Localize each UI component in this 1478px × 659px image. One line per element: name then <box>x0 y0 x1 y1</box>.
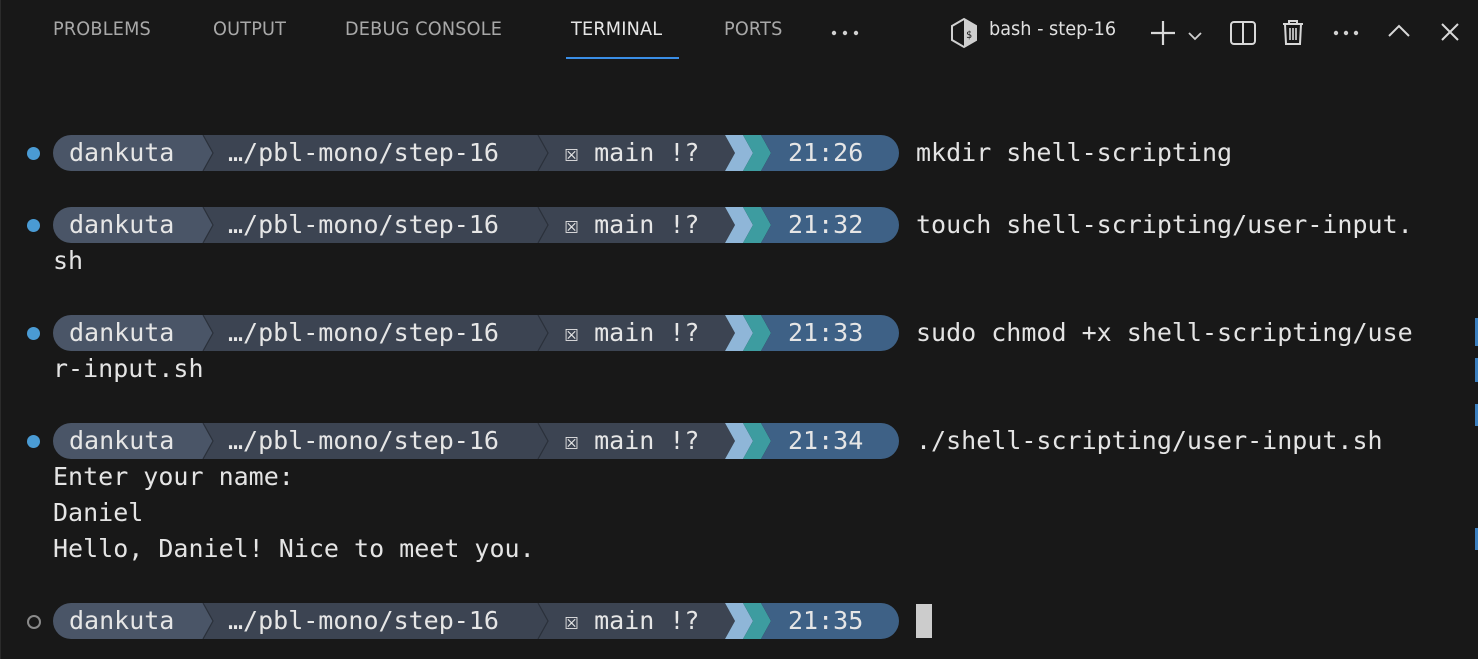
command-success-decoration[interactable] <box>27 435 40 448</box>
terminal-name[interactable]: bash - step-16 <box>989 18 1116 40</box>
command-success-decoration[interactable] <box>27 327 40 340</box>
output-line: Hello, Daniel! Nice to meet you. <box>53 534 535 563</box>
prompt-git-branch: ☒ main !? <box>564 606 700 635</box>
command-success-decoration[interactable] <box>27 147 40 160</box>
tab-ports[interactable]: PORTS <box>724 18 783 50</box>
prompt-bar: dankuta …/pbl-mono/step-16 ☒ main !? 21:32 <box>53 207 899 243</box>
terminal-shell-icon: $ <box>949 17 979 53</box>
panel-tabbar: PROBLEMS OUTPUT DEBUG CONSOLE TERMINAL P… <box>1 0 1478 66</box>
more-actions-icon[interactable] <box>1332 22 1360 48</box>
split-terminal-icon[interactable] <box>1229 20 1257 50</box>
prompt-user: dankuta <box>69 606 175 635</box>
maximize-panel-icon[interactable] <box>1387 22 1411 44</box>
prompt-git-branch: ☒ main !? <box>564 138 700 167</box>
chevron-down-icon[interactable] <box>1187 27 1203 46</box>
prompt-user: dankuta <box>69 318 175 347</box>
command-text: ./shell-scripting/user-input.sh <box>916 426 1383 455</box>
output-line: Daniel <box>53 498 144 527</box>
prompt-user: dankuta <box>69 426 175 455</box>
prompt-bar: dankuta …/pbl-mono/step-16 ☒ main !? 21:35 <box>53 603 899 639</box>
new-terminal-icon[interactable] <box>1149 19 1177 51</box>
command-text: mkdir shell-scripting <box>916 138 1233 167</box>
output-line: sh <box>53 246 84 275</box>
prompt-time: 21:33 <box>788 318 864 347</box>
svg-text:$: $ <box>966 30 972 41</box>
command-success-decoration[interactable] <box>27 219 40 232</box>
prompt-git-branch: ☒ main !? <box>564 210 700 239</box>
prompt-path: …/pbl-mono/step-16 <box>228 318 499 347</box>
output-line: Enter your name: <box>53 462 294 491</box>
terminal-output[interactable]: dankuta …/pbl-mono/step-16 ☒ main !? 21:26 m… <box>1 66 1478 659</box>
output-line: r-input.sh <box>53 354 204 383</box>
prompt-git-branch: ☒ main !? <box>564 318 700 347</box>
prompt-user: dankuta <box>69 138 175 167</box>
command-text: touch shell-scripting/user-input. <box>916 210 1413 239</box>
tab-terminal[interactable]: TERMINAL <box>571 18 662 50</box>
command-text: sudo chmod +x shell-scripting/use <box>916 318 1413 347</box>
prompt-time: 21:34 <box>788 426 864 455</box>
prompt-time: 21:32 <box>788 210 864 239</box>
tab-problems[interactable]: PROBLEMS <box>53 18 151 50</box>
active-tab-indicator <box>566 57 679 59</box>
prompt-bar: dankuta …/pbl-mono/step-16 ☒ main !? 21:34 <box>53 423 899 459</box>
prompt-bar: dankuta …/pbl-mono/step-16 ☒ main !? 21:33 <box>53 315 899 351</box>
terminal-cursor <box>916 604 932 638</box>
prompt-path: …/pbl-mono/step-16 <box>228 426 499 455</box>
more-tabs-icon[interactable] <box>830 22 862 48</box>
close-icon[interactable] <box>1439 21 1461 47</box>
prompt-bar: dankuta …/pbl-mono/step-16 ☒ main !? 21:26 <box>53 135 899 171</box>
tab-debug-console[interactable]: DEBUG CONSOLE <box>345 18 502 50</box>
prompt-time: 21:35 <box>788 606 864 635</box>
terminal-panel: PROBLEMS OUTPUT DEBUG CONSOLE TERMINAL P… <box>0 0 1478 659</box>
tab-output[interactable]: OUTPUT <box>213 18 286 50</box>
command-pending-decoration[interactable] <box>27 615 41 629</box>
prompt-user: dankuta <box>69 210 175 239</box>
trash-icon[interactable] <box>1281 18 1305 50</box>
prompt-git-branch: ☒ main !? <box>564 426 700 455</box>
prompt-path: …/pbl-mono/step-16 <box>228 210 499 239</box>
prompt-path: …/pbl-mono/step-16 <box>228 138 499 167</box>
prompt-path: …/pbl-mono/step-16 <box>228 606 499 635</box>
prompt-time: 21:26 <box>788 138 864 167</box>
